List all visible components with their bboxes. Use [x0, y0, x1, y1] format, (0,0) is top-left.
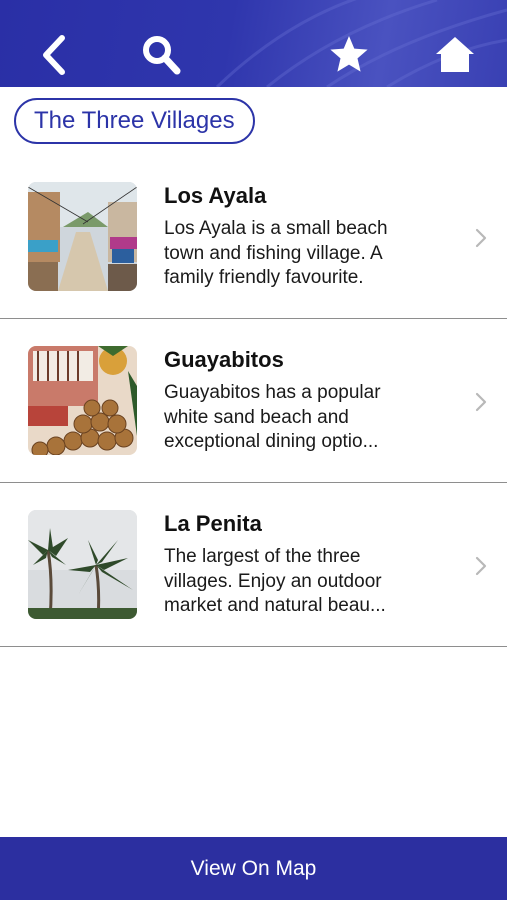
search-icon — [143, 36, 181, 75]
village-name: Los Ayala — [164, 183, 267, 208]
home-icon — [436, 37, 474, 72]
home-button[interactable] — [432, 32, 478, 78]
title-row: The Three Villages — [0, 87, 507, 155]
chevron-right-icon — [475, 556, 487, 576]
guayabitos-thumbnail — [28, 346, 137, 455]
back-button[interactable] — [32, 32, 78, 78]
village-name: La Penita — [164, 511, 262, 536]
chevron-right-icon — [475, 228, 487, 248]
search-button[interactable] — [138, 32, 184, 78]
la-penita-thumbnail — [28, 510, 137, 619]
village-list: Los Ayala Los Ayala is a small beach tow… — [0, 155, 507, 647]
village-description: Los Ayala is a small beach town and fish… — [164, 218, 388, 288]
village-description: Guayabitos has a popular white sand beac… — [164, 382, 381, 452]
top-nav-bar — [0, 0, 507, 87]
list-item-los-ayala[interactable]: Los Ayala Los Ayala is a small beach tow… — [0, 155, 507, 319]
view-on-map-button[interactable]: View On Map — [0, 837, 507, 900]
village-description: The largest of the three villages. Enjoy… — [164, 546, 386, 616]
los-ayala-thumbnail — [28, 182, 137, 291]
favorites-button[interactable] — [326, 32, 372, 78]
star-icon — [330, 36, 368, 72]
page-title: The Three Villages — [14, 98, 255, 144]
list-item-guayabitos[interactable]: Guayabitos Guayabitos has a popular whit… — [0, 319, 507, 483]
list-item-la-penita[interactable]: La Penita The largest of the three villa… — [0, 483, 507, 647]
chevron-right-icon — [475, 392, 487, 412]
village-name: Guayabitos — [164, 347, 284, 372]
back-icon — [43, 35, 65, 75]
